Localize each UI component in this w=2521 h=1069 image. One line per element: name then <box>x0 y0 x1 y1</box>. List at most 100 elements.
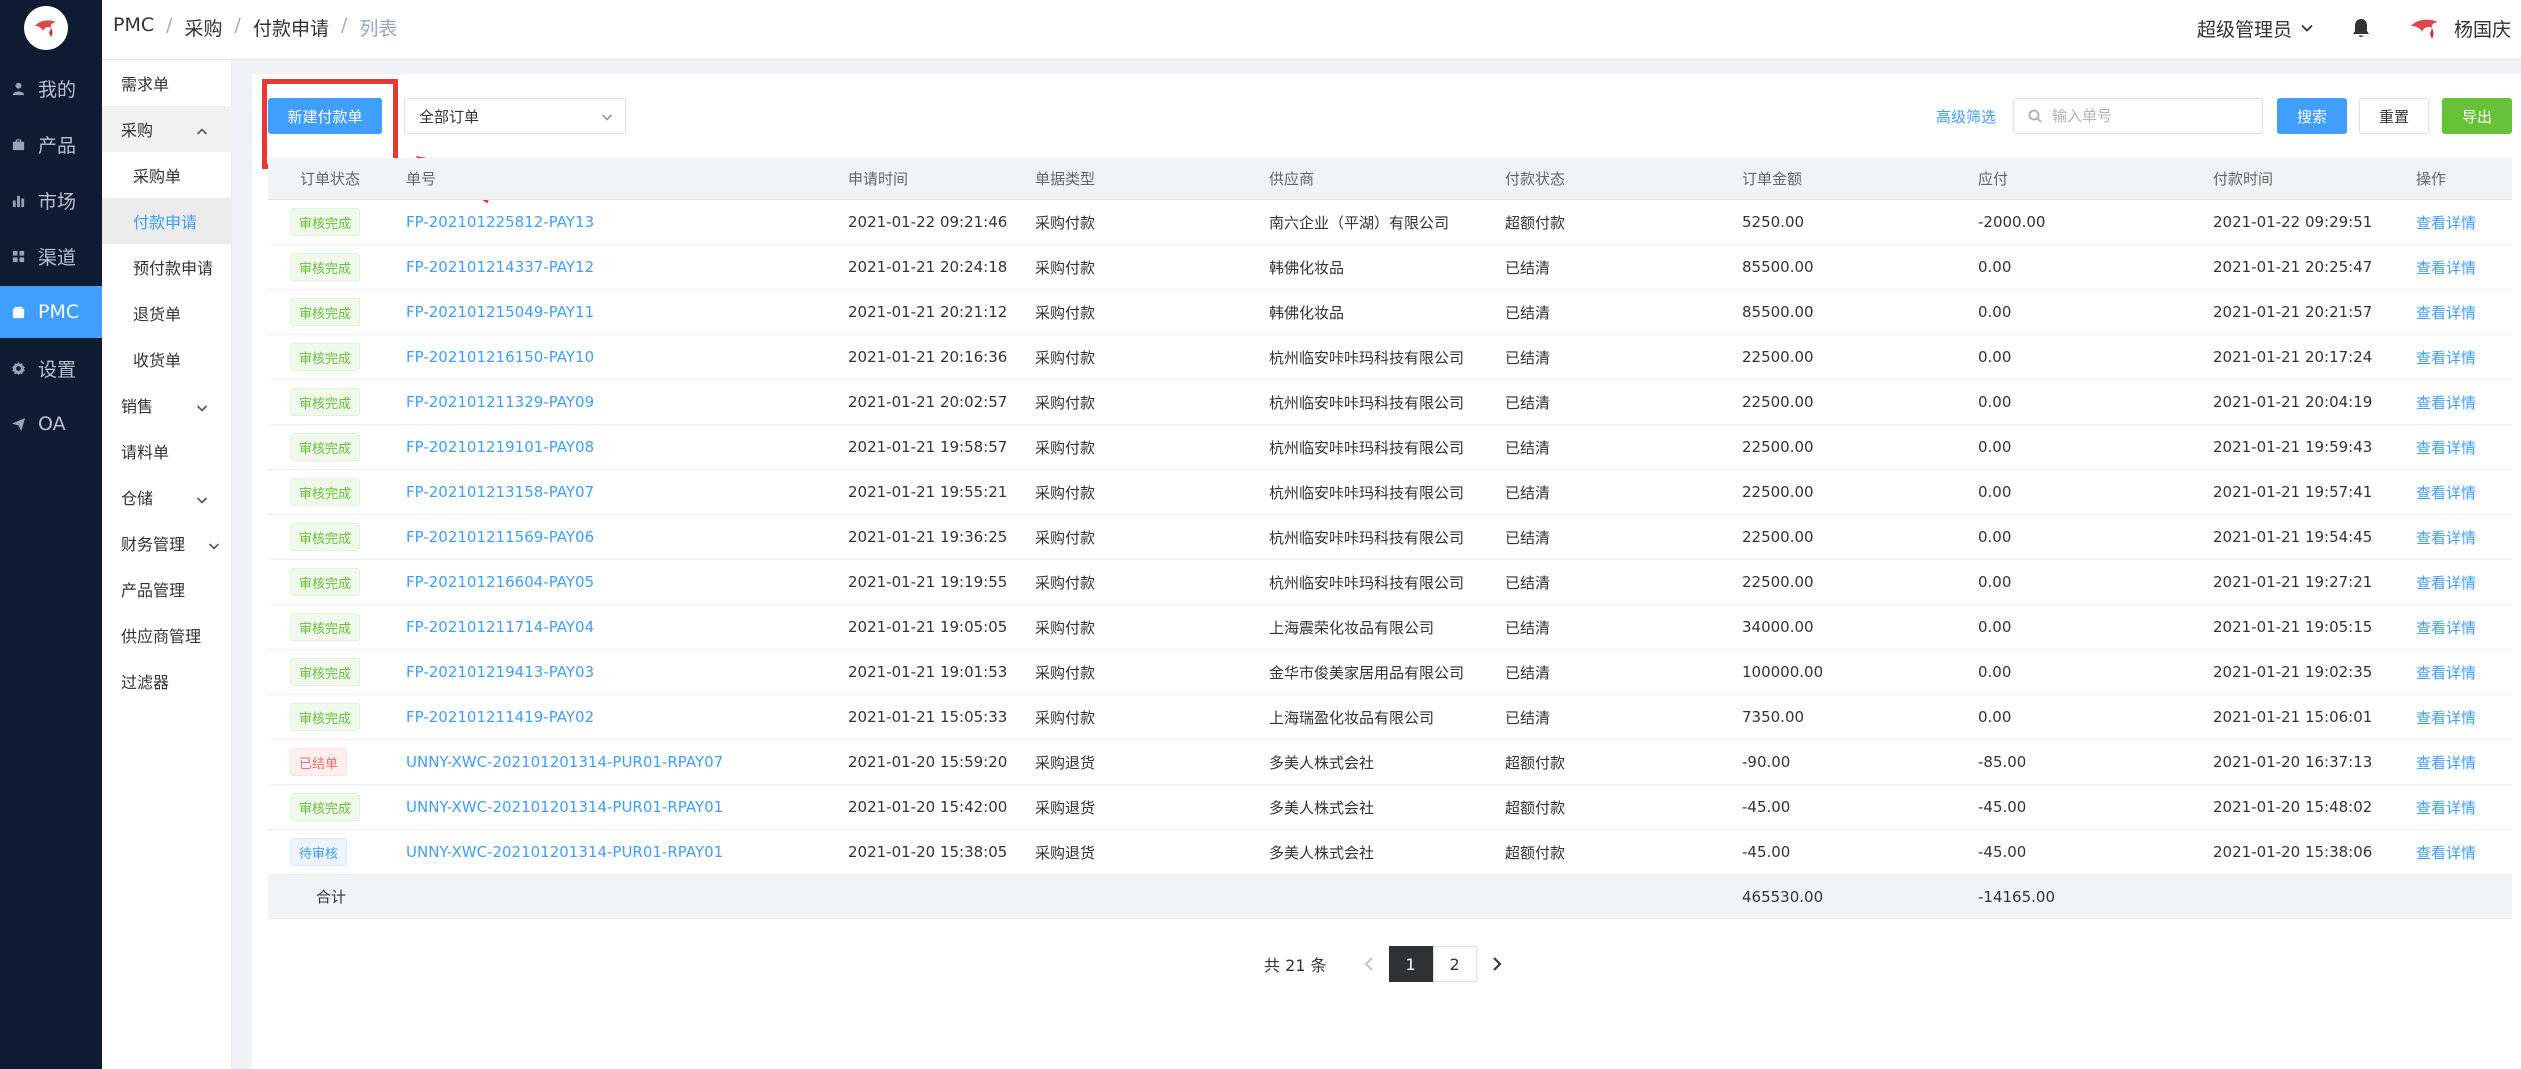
column-header[interactable]: 应付 <box>1978 158 2008 199</box>
table-header: 订单状态 单号 申请时间 单据类型 供应商 付款状态 订单金额 应付 付款时间 … <box>268 158 2512 200</box>
export-button[interactable]: 导出 <box>2442 98 2512 134</box>
nav-item-product[interactable]: 产品 <box>0 118 102 170</box>
view-detail-link[interactable]: 查看详情 <box>2416 302 2476 323</box>
column-header[interactable]: 订单状态 <box>300 158 360 199</box>
view-detail-link[interactable]: 查看详情 <box>2416 662 2476 683</box>
view-detail-link[interactable]: 查看详情 <box>2416 437 2476 458</box>
view-detail-link[interactable]: 查看详情 <box>2416 527 2476 548</box>
advanced-filter-link[interactable]: 高级筛选 <box>1936 106 1996 127</box>
column-header[interactable]: 申请时间 <box>848 158 908 199</box>
order-number-link-cell: FP-202101214337-PAY12 <box>406 245 594 289</box>
status-tag: 审核完成 <box>290 793 361 821</box>
next-page-icon[interactable] <box>1485 946 1509 982</box>
box-icon <box>10 304 26 320</box>
column-header[interactable]: 付款状态 <box>1505 158 1565 199</box>
nav-item-market[interactable]: 市场 <box>0 174 102 226</box>
order-number-link[interactable]: FP-202101214337-PAY12 <box>406 258 594 276</box>
search-button[interactable]: 搜索 <box>2277 98 2347 134</box>
order-number-link[interactable]: FP-202101213158-PAY07 <box>406 483 594 501</box>
payment-status-cell: 已结清 <box>1505 560 1550 604</box>
order-filter-select[interactable]: 全部订单 <box>404 98 626 134</box>
subnav-demand[interactable]: 需求单 <box>102 60 232 106</box>
view-detail-link[interactable]: 查看详情 <box>2416 392 2476 413</box>
subnav-material-request[interactable]: 请料单 <box>102 428 232 474</box>
amount-due-cell: 0.00 <box>1978 425 2011 469</box>
view-detail-link[interactable]: 查看详情 <box>2416 797 2476 818</box>
view-detail-link[interactable]: 查看详情 <box>2416 707 2476 728</box>
prev-page-icon[interactable] <box>1357 946 1381 982</box>
column-header[interactable]: 单号 <box>406 158 436 199</box>
column-header[interactable]: 订单金额 <box>1742 158 1802 199</box>
subnav-product-mgmt[interactable]: 产品管理 <box>102 566 232 612</box>
username[interactable]: 杨国庆 <box>2454 15 2511 42</box>
subnav-purchase[interactable]: 采购 <box>102 106 232 152</box>
order-number-link[interactable]: FP-202101216150-PAY10 <box>406 348 594 366</box>
amount-due: 0.00 <box>1978 708 2012 726</box>
subnav-warehouse[interactable]: 仓储 <box>102 474 232 520</box>
avatar[interactable] <box>2408 14 2442 42</box>
app-logo[interactable] <box>24 6 68 50</box>
subnav-receipt-order[interactable]: 收货单 <box>102 336 232 382</box>
subnav-finance[interactable]: 财务管理 <box>102 520 232 566</box>
table-row: 已结单 UNNY-XWC-202101201314-PUR01-RPAY07 202… <box>268 740 2512 785</box>
subnav-payment-request[interactable]: 付款申请 <box>102 198 232 244</box>
document-type: 采购付款 <box>1035 708 1096 727</box>
order-number-link[interactable]: UNNY-XWC-202101201314-PUR01-RPAY01 <box>406 798 723 816</box>
document-type-cell: 采购付款 <box>1035 425 1095 469</box>
order-number-link[interactable]: FP-202101219413-PAY03 <box>406 663 594 681</box>
role-dropdown[interactable]: 超级管理员 <box>2197 15 2314 42</box>
subnav-purchase-order[interactable]: 采购单 <box>102 152 232 198</box>
order-number-link[interactable]: FP-202101216604-PAY05 <box>406 573 594 591</box>
view-detail-link[interactable]: 查看详情 <box>2416 212 2476 233</box>
payment-status: 已结清 <box>1505 708 1551 727</box>
apply-time-cell: 2021-01-21 19:01:53 <box>848 650 1007 694</box>
search-input-wrapper[interactable] <box>2013 98 2263 134</box>
table-row: 待审核 UNNY-XWC-202101201314-PUR01-RPAY01 202… <box>268 830 2512 875</box>
view-detail-link[interactable]: 查看详情 <box>2416 257 2476 278</box>
notification-bell-icon[interactable] <box>2350 17 2372 39</box>
order-number-link[interactable]: FP-202101219101-PAY08 <box>406 438 594 456</box>
apply-time-cell: 2021-01-21 19:19:55 <box>848 560 1007 604</box>
order-number-link[interactable]: UNNY-XWC-202101201314-PUR01-RPAY07 <box>406 753 723 771</box>
view-detail-link[interactable]: 查看详情 <box>2416 617 2476 638</box>
document-type: 采购付款 <box>1035 348 1096 367</box>
column-header[interactable]: 供应商 <box>1269 158 1314 199</box>
view-detail-link[interactable]: 查看详情 <box>2416 752 2476 773</box>
order-number-link[interactable]: FP-202101215049-PAY11 <box>406 303 594 321</box>
breadcrumb-current: 列表 <box>359 18 398 40</box>
amount-due-cell: -45.00 <box>1978 830 2026 874</box>
column-header[interactable]: 单据类型 <box>1035 158 1095 199</box>
breadcrumb-item[interactable]: 采购 <box>185 14 223 41</box>
subnav-supplier-mgmt[interactable]: 供应商管理 <box>102 612 232 658</box>
page-button-2[interactable]: 2 <box>1432 946 1477 982</box>
order-number-link[interactable]: FP-202101211714-PAY04 <box>406 618 594 636</box>
search-input[interactable] <box>2052 107 2252 125</box>
order-amount-cell: -90.00 <box>1742 740 1790 784</box>
view-detail-link[interactable]: 查看详情 <box>2416 572 2476 593</box>
breadcrumb-item[interactable]: 付款申请 <box>253 14 329 41</box>
order-number-link-cell: UNNY-XWC-202101201314-PUR01-RPAY01 <box>406 830 723 874</box>
column-header[interactable]: 付款时间 <box>2213 158 2273 199</box>
breadcrumb-separator: / <box>234 14 241 36</box>
nav-item-settings[interactable]: 设置 <box>0 342 102 394</box>
order-number-link[interactable]: UNNY-XWC-202101201314-PUR01-RPAY01 <box>406 843 723 861</box>
view-detail-link[interactable]: 查看详情 <box>2416 347 2476 368</box>
order-number-link[interactable]: FP-202101225812-PAY13 <box>406 213 594 231</box>
order-number-link[interactable]: FP-202101211329-PAY09 <box>406 393 594 411</box>
order-number-link[interactable]: FP-202101211419-PAY02 <box>406 708 594 726</box>
reset-button[interactable]: 重置 <box>2359 98 2429 134</box>
nav-item-oa[interactable]: OA <box>0 398 102 450</box>
subnav-filter[interactable]: 过滤器 <box>102 658 232 704</box>
table-body: 审核完成 FP-202101225812-PAY13 2021-01-22 09:2… <box>268 200 2512 875</box>
order-number-link[interactable]: FP-202101211569-PAY06 <box>406 528 594 546</box>
nav-item-mine[interactable]: 我的 <box>0 62 102 114</box>
view-detail-link[interactable]: 查看详情 <box>2416 842 2476 863</box>
view-detail-link[interactable]: 查看详情 <box>2416 482 2476 503</box>
breadcrumb-item[interactable]: PMC <box>113 14 154 41</box>
nav-item-pmc[interactable]: PMC <box>0 286 102 338</box>
subnav-prepay-request[interactable]: 预付款申请 <box>102 244 232 290</box>
subnav-sales[interactable]: 销售 <box>102 382 232 428</box>
page-button-1[interactable]: 1 <box>1388 946 1433 982</box>
nav-item-channel[interactable]: 渠道 <box>0 230 102 282</box>
subnav-return-order[interactable]: 退货单 <box>102 290 232 336</box>
